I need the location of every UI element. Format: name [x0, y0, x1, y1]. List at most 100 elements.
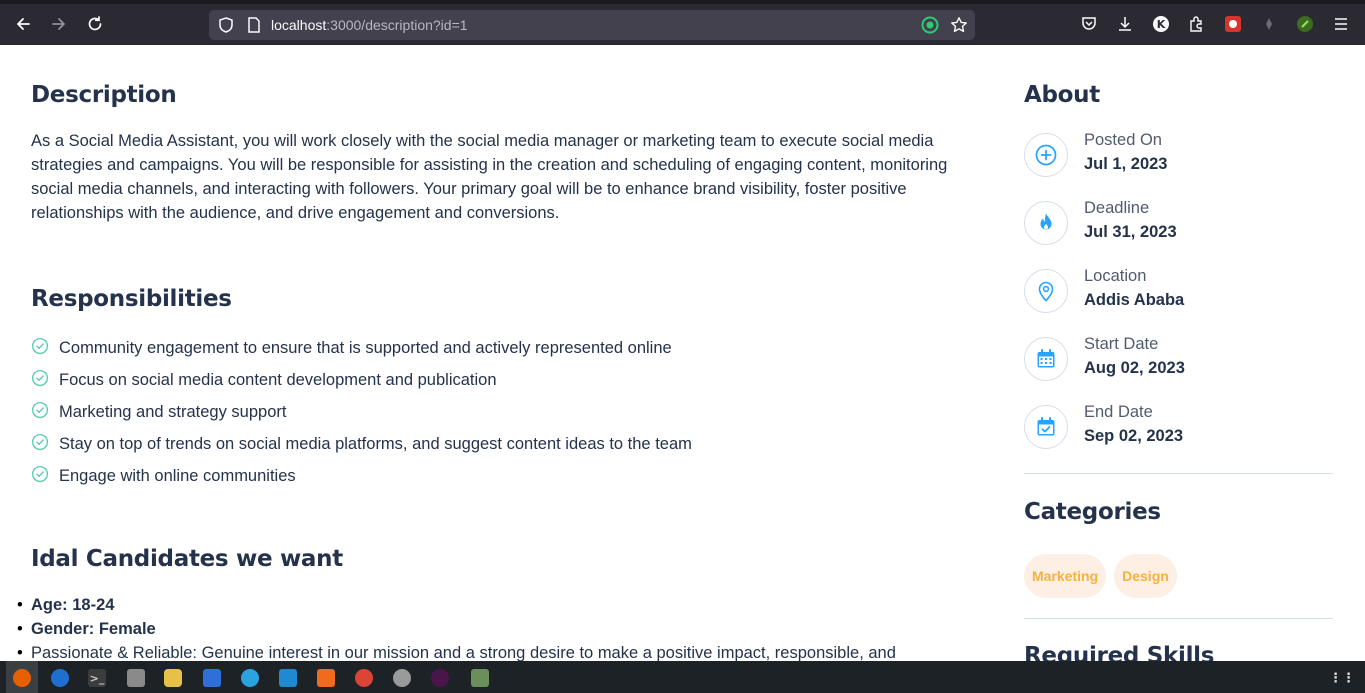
bookmark-star-icon[interactable] [950, 16, 968, 34]
about-item-start-date: Start Date Aug 02, 2023 [1024, 335, 1333, 385]
about-title: About [1024, 82, 1100, 108]
check-circle-icon [31, 465, 49, 483]
os-taskbar: >_ ⋮⋮ [0, 661, 1365, 693]
list-item: Stay on top of trends on social media pl… [31, 428, 692, 460]
slack-icon[interactable] [431, 669, 449, 687]
calendar-icon [1037, 349, 1055, 368]
list-item: Focus on social media content developmen… [31, 364, 692, 396]
settings-icon[interactable] [393, 669, 411, 687]
location-pin-icon [1038, 281, 1054, 302]
plus-circle-icon [1035, 144, 1057, 166]
list-item: Age: 18-24 [17, 593, 967, 617]
fire-icon [1040, 213, 1052, 230]
menu-icon[interactable] [1331, 14, 1351, 34]
category-tag-design[interactable]: Design [1114, 554, 1177, 598]
about-value: Addis Ababa [1084, 291, 1185, 309]
about-value: Sep 02, 2023 [1084, 427, 1184, 445]
ideal-candidates-list: Age: 18-24 Gender: Female Passionate & R… [17, 593, 967, 661]
url-host: localhost [271, 17, 327, 33]
url-text[interactable]: localhost:3000/description?id=1 [271, 17, 468, 33]
check-circle-icon [31, 433, 49, 451]
browser-toolbar: localhost:3000/description?id=1 K [0, 0, 1365, 45]
chrome-icon[interactable] [355, 669, 373, 687]
trash-icon[interactable] [471, 669, 489, 687]
firefox-icon[interactable] [13, 669, 31, 687]
about-icon-circle [1024, 405, 1068, 449]
about-value: Jul 31, 2023 [1084, 223, 1177, 241]
responsibility-text: Community engagement to ensure that is s… [59, 338, 672, 357]
categories-title: Categories [1024, 499, 1161, 525]
calendar-check-icon [1037, 417, 1055, 436]
account-k-icon[interactable]: K [1151, 14, 1171, 34]
about-label: Deadline [1084, 199, 1150, 217]
back-button[interactable] [9, 10, 37, 38]
extension-record-icon[interactable] [921, 16, 939, 34]
app-center-icon[interactable] [317, 669, 335, 687]
required-skills-title: Required Skills [1024, 643, 1215, 661]
extensions-icon[interactable] [1187, 14, 1207, 34]
divider [1024, 618, 1333, 619]
addon-red-icon[interactable] [1223, 14, 1243, 34]
responsibility-text: Marketing and strategy support [59, 402, 287, 421]
about-item-posted-on: Posted On Jul 1, 2023 [1024, 131, 1333, 181]
responsibility-text: Focus on social media content developmen… [59, 370, 497, 389]
about-label: Posted On [1084, 131, 1162, 149]
responsibility-text: Engage with online communities [59, 466, 296, 485]
ideal-item-label: Age: 18-24 [31, 596, 115, 614]
about-item-deadline: Deadline Jul 31, 2023 [1024, 199, 1333, 249]
about-label: Location [1084, 267, 1147, 285]
vscode-icon[interactable] [279, 669, 297, 687]
about-icon-circle [1024, 269, 1068, 313]
terminal-icon[interactable]: >_ [88, 669, 106, 687]
list-item: Marketing and strategy support [31, 396, 692, 428]
arrow-right-icon [52, 18, 65, 30]
category-tag-marketing[interactable]: Marketing [1024, 554, 1107, 598]
text-editor-icon[interactable] [203, 669, 221, 687]
divider [1024, 473, 1333, 474]
reload-button[interactable] [81, 10, 109, 38]
about-icon-circle [1024, 201, 1068, 245]
list-item: Community engagement to ensure that is s… [31, 332, 692, 364]
reload-icon [88, 16, 102, 31]
telegram-icon[interactable] [241, 669, 259, 687]
addon-gray-icon[interactable] [1259, 14, 1279, 34]
shield-icon[interactable] [217, 16, 235, 34]
responsibilities-list: Community engagement to ensure that is s… [31, 332, 692, 492]
responsibility-text: Stay on top of trends on social media pl… [59, 434, 692, 453]
addon-green-icon[interactable] [1295, 14, 1315, 34]
arrow-left-icon [17, 18, 30, 30]
address-bar[interactable]: localhost:3000/description?id=1 [209, 10, 975, 40]
page-content: Description As a Social Media Assistant,… [0, 45, 1365, 661]
about-icon-circle [1024, 133, 1068, 177]
check-circle-icon [31, 337, 49, 355]
list-item: Gender: Female [17, 617, 967, 641]
download-icon[interactable] [1115, 14, 1135, 34]
thunderbird-icon[interactable] [51, 669, 69, 687]
rhythmbox-icon[interactable] [164, 669, 182, 687]
url-path: :3000/description?id=1 [326, 17, 468, 33]
description-title: Description [31, 82, 177, 108]
forward-button[interactable] [45, 10, 73, 38]
apps-grid-icon[interactable]: ⋮⋮ [1329, 669, 1355, 687]
list-item: Engage with online communities [31, 460, 692, 492]
check-circle-icon [31, 369, 49, 387]
files-icon[interactable] [127, 669, 145, 687]
about-item-end-date: End Date Sep 02, 2023 [1024, 403, 1333, 453]
description-text: As a Social Media Assistant, you will wo… [31, 132, 948, 222]
about-label: Start Date [1084, 335, 1159, 353]
ideal-candidates-title: Idal Candidates we want [31, 546, 343, 572]
check-circle-icon [31, 401, 49, 419]
category-tags: Marketing Design [1024, 554, 1177, 598]
page-icon[interactable] [245, 16, 263, 34]
responsibilities-title: Responsibilities [31, 286, 232, 312]
about-value: Aug 02, 2023 [1084, 359, 1185, 377]
ideal-item-label: Gender: Female [31, 620, 156, 638]
svg-text:K: K [1157, 18, 1166, 31]
about-label: End Date [1084, 403, 1153, 421]
about-icon-circle [1024, 337, 1068, 381]
ideal-item-text: Passionate & Reliable: Genuine interest … [31, 644, 896, 661]
about-value: Jul 1, 2023 [1084, 155, 1168, 173]
pocket-icon[interactable] [1079, 14, 1099, 34]
list-item: Passionate & Reliable: Genuine interest … [17, 641, 967, 661]
about-item-location: Location Addis Ababa [1024, 267, 1333, 317]
